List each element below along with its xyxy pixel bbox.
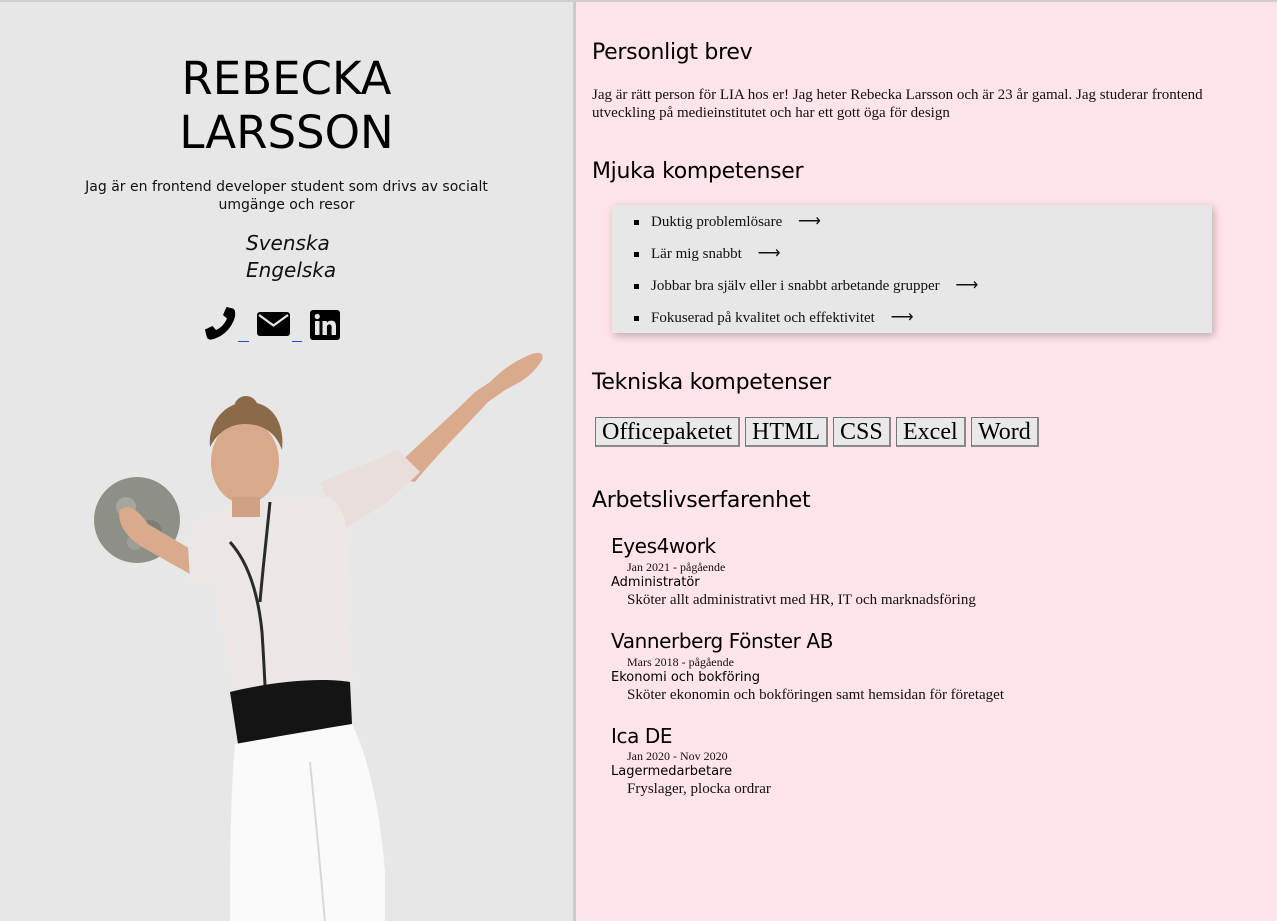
cv-content: Personligt brev Jag är rätt person för L… xyxy=(576,2,1277,921)
skill-tag: Word xyxy=(971,417,1039,447)
first-name: REBECKA xyxy=(181,52,392,105)
job-role: Lagermedarbetare xyxy=(611,764,733,779)
cover-letter-text: Jag är rätt person för LIA hos er! Jag h… xyxy=(592,87,1203,121)
bullet-icon xyxy=(634,252,639,257)
bullet-icon xyxy=(634,316,639,321)
skill-tag: Officepaketet xyxy=(595,417,741,447)
last-name: LARSSON xyxy=(179,106,394,159)
job-company: Ica DE xyxy=(611,724,673,748)
list-item: Duktig problemlösare ⟶ xyxy=(634,213,821,231)
skill-tag: HTML xyxy=(745,417,828,447)
arrow-right-icon: ⟶ xyxy=(797,213,821,230)
language-item: Svenska xyxy=(246,231,330,255)
language-item: Engelska xyxy=(246,258,337,282)
arrow-right-icon: ⟶ xyxy=(890,309,914,326)
language-list: Svenska Engelska xyxy=(246,230,336,284)
arrow-right-icon: ⟶ xyxy=(757,245,781,262)
job-company: Eyes4work xyxy=(611,534,716,558)
job-company: Vannerberg Fönster AB xyxy=(611,629,834,653)
profile-photo xyxy=(94,352,543,921)
section-heading-soft-skills: Mjuka kompetenser xyxy=(592,159,804,184)
section-heading-letter: Personligt brev xyxy=(592,40,753,65)
job-period: Jan 2020 - Nov 2020 xyxy=(627,749,728,763)
profile-panel: REBECKA LARSSON Jag är en frontend devel… xyxy=(0,2,573,921)
section-heading-tech-skills: Tekniska kompetenser xyxy=(592,370,831,395)
skill-text: Fokuserad på kvalitet och effektivitet xyxy=(651,310,875,326)
list-item: Jobbar bra själv eller i snabbt arbetand… xyxy=(634,277,978,295)
job-role: Ekonomi och bokföring xyxy=(611,670,761,685)
job-description: Fryslager, plocka ordrar xyxy=(627,781,771,797)
job-role: Administratör xyxy=(611,575,700,590)
arrow-right-icon: ⟶ xyxy=(955,277,979,294)
list-item: Lär mig snabbt ⟶ xyxy=(634,245,781,263)
job-period: Mars 2018 - pågående xyxy=(627,655,734,669)
skill-text: Lär mig snabbt xyxy=(651,246,742,262)
list-item: Fokuserad på kvalitet och effektivitet ⟶ xyxy=(634,309,914,327)
profile-tagline: Jag är en frontend developer student som… xyxy=(85,179,488,213)
skill-tag: CSS xyxy=(833,417,891,447)
bullet-icon xyxy=(634,284,639,289)
skill-text: Jobbar bra själv eller i snabbt arbetand… xyxy=(651,278,940,294)
skill-text: Duktig problemlösare xyxy=(651,214,783,230)
profile-name: REBECKA LARSSON xyxy=(0,52,573,160)
section-heading-experience: Arbetslivserfarenhet xyxy=(592,488,811,513)
job-description: Sköter ekonomin och bokföringen samt hem… xyxy=(627,687,1004,703)
job-description: Sköter allt administrativt med HR, IT oc… xyxy=(627,592,976,608)
job-period: Jan 2021 - pågående xyxy=(627,560,726,574)
skill-tag: Excel xyxy=(896,417,966,447)
bullet-icon xyxy=(634,220,639,225)
soft-skills-box: Duktig problemlösare ⟶ Lär mig snabbt ⟶ … xyxy=(612,205,1212,333)
